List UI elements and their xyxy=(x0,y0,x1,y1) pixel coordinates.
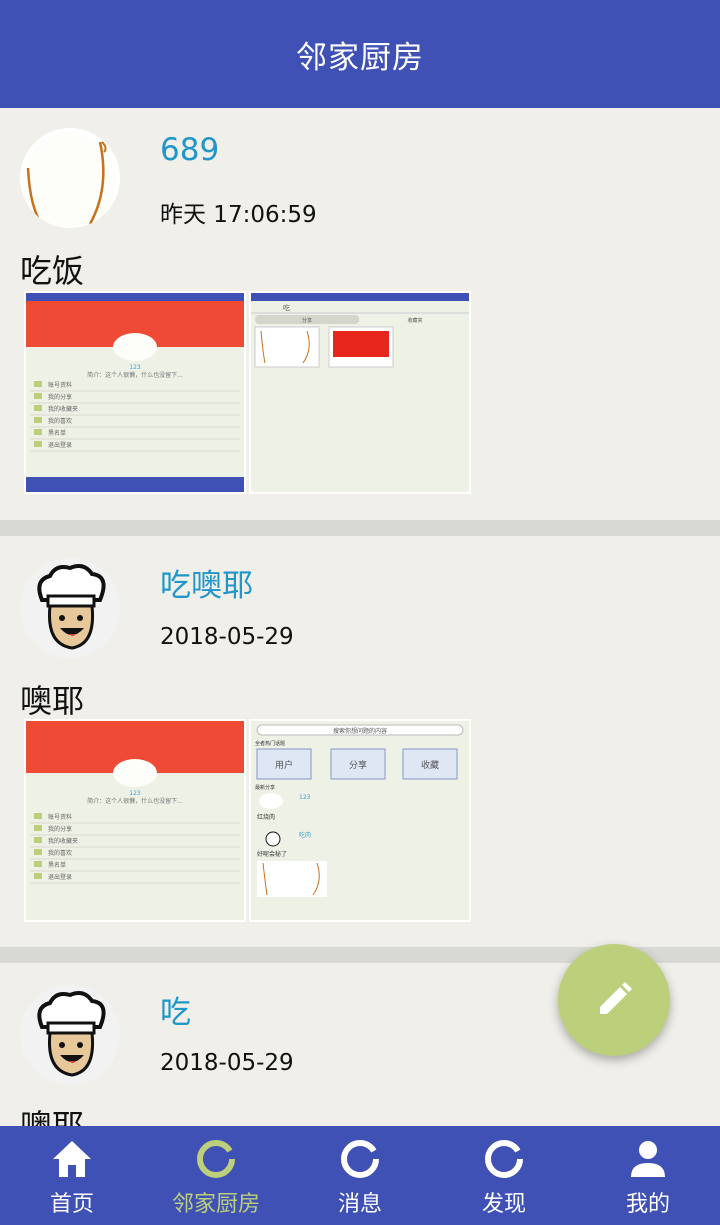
nav-label: 消息 xyxy=(337,1192,382,1217)
nav-label: 我的 xyxy=(625,1192,670,1217)
profile-intro-text: 简介：这个人很懒，什么也没留下... xyxy=(87,797,183,805)
post-time: 昨天 17:06:59 xyxy=(160,202,317,228)
svg-text:123: 123 xyxy=(129,790,141,797)
item-name-text: 吃肉 xyxy=(299,831,311,839)
post-content: 噢耶 xyxy=(20,682,85,720)
svg-text:123: 123 xyxy=(129,364,141,371)
bread-avatar-icon[interactable] xyxy=(20,128,120,228)
app-bar: 邻家厨房 xyxy=(0,0,720,108)
post-username[interactable]: 689 xyxy=(160,132,219,168)
item-name-text: 123 xyxy=(299,794,311,801)
nav-item-messages[interactable]: 消息 xyxy=(288,1126,432,1225)
post-username[interactable]: 吃噢耶 xyxy=(160,560,253,605)
nav-label: 发现 xyxy=(481,1192,526,1217)
page-title: 邻家厨房 xyxy=(296,39,424,76)
chef-avatar-icon[interactable] xyxy=(20,985,120,1085)
tab-fav-text: 收藏夹 xyxy=(407,317,422,324)
post-separator xyxy=(0,520,720,536)
ring-icon xyxy=(483,1138,525,1180)
nav-item-home[interactable]: 首页 xyxy=(0,1126,144,1225)
menu-item-text: 黑名单 xyxy=(48,429,66,437)
home-icon xyxy=(51,1138,93,1180)
chef-avatar-icon[interactable] xyxy=(20,558,120,658)
nav-label: 首页 xyxy=(49,1192,94,1217)
post-card[interactable]: 吃噢耶 2018-05-29 噢耶 123 简介：这个人很懒，什么也没留下...… xyxy=(0,536,720,947)
menu-item-text: 我的收藏夹 xyxy=(48,405,78,413)
menu-item-text: 我的喜欢 xyxy=(48,417,72,425)
post-content: 噢耶 xyxy=(20,1107,85,1126)
post-username[interactable]: 吃 xyxy=(160,987,191,1032)
menu-item-text: 退出登录 xyxy=(48,873,72,881)
nav-item-profile[interactable]: 我的 xyxy=(576,1126,720,1225)
profile-intro-text: 简介：这个人很懒，什么也没留下... xyxy=(87,371,183,379)
post-content: 吃饭 xyxy=(20,252,85,290)
post-image[interactable]: 123 简介：这个人很懒，什么也没留下... 账号资料 我的分享 我的收藏夹 我… xyxy=(24,719,246,922)
post-card[interactable]: 689 昨天 17:06:59 吃饭 123 简介：这个人很懒，什么也没留下..… xyxy=(0,108,720,520)
post-images: 123 简介：这个人很懒，什么也没留下... 账号资料 我的分享 我的收藏夹 我… xyxy=(24,291,471,494)
compose-fab[interactable] xyxy=(558,944,670,1056)
menu-item-text: 我的收藏夹 xyxy=(48,837,78,845)
popular-text: 全者热门话题 xyxy=(255,740,285,747)
nav-item-kitchen[interactable]: 邻家厨房 xyxy=(144,1126,288,1225)
bottom-navigation: 首页 邻家厨房 消息 发现 我的 xyxy=(0,1126,720,1225)
post-time: 2018-05-29 xyxy=(160,1050,294,1076)
menu-item-text: 黑名单 xyxy=(48,861,66,869)
ring-icon xyxy=(339,1138,381,1180)
search-placeholder-text: 搜索你想问题的内容 xyxy=(333,727,387,735)
btn-share-text: 分享 xyxy=(349,759,367,771)
post-image[interactable]: 吃 分享 收藏夹 xyxy=(249,291,471,494)
menu-item-text: 退出登录 xyxy=(48,441,72,449)
btn-user-text: 用户 xyxy=(275,759,293,771)
nav-item-discover[interactable]: 发现 xyxy=(432,1126,576,1225)
menu-item-text: 我的分享 xyxy=(48,825,72,833)
ring-icon xyxy=(195,1138,237,1180)
latest-text: 最新分享 xyxy=(255,784,275,791)
post-image[interactable]: 123 简介：这个人很懒，什么也没留下... 账号资料 我的分享 我的收藏夹 我… xyxy=(24,291,246,494)
menu-item-text: 我的分享 xyxy=(48,393,72,401)
menu-item-text: 我的喜欢 xyxy=(48,849,72,857)
post-images: 123 简介：这个人很懒，什么也没留下... 账号资料 我的分享 我的收藏夹 我… xyxy=(24,719,471,922)
search-label-text: 吃 xyxy=(283,303,290,312)
menu-item-text: 账号资料 xyxy=(48,813,72,821)
post-image[interactable]: 搜索你想问题的内容 全者热门话题 用户 分享 收藏 最新分享 123 红烧肉 吃… xyxy=(249,719,471,922)
post-time: 2018-05-29 xyxy=(160,624,294,650)
item-desc-text: 好呢会秘了 xyxy=(257,850,287,858)
btn-fav-text: 收藏 xyxy=(421,759,439,771)
tab-share-text: 分享 xyxy=(302,317,312,324)
nav-label: 邻家厨房 xyxy=(171,1192,260,1217)
person-icon xyxy=(627,1138,669,1180)
pencil-icon xyxy=(600,982,632,1014)
menu-item-text: 账号资料 xyxy=(48,381,72,389)
item-desc-text: 红烧肉 xyxy=(257,813,275,821)
